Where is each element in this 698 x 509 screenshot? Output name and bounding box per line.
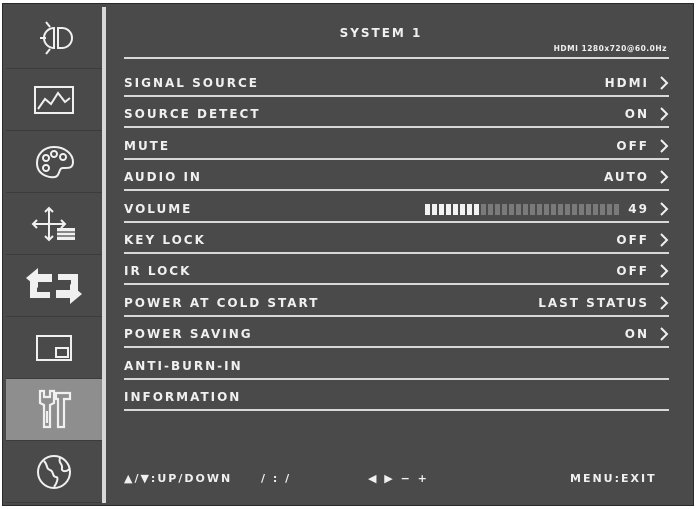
volume-segment [488,203,493,215]
volume-segment [600,203,605,215]
menu-item-label: SIGNAL SOURCE [124,76,259,90]
menu-item-source-detect[interactable]: SOURCE DETECT ON [124,97,669,129]
swap-arrows-icon [26,267,82,304]
picture-icon [34,85,74,114]
menu-item-label: AUDIO IN [124,170,202,185]
menu-item-value: LAST STATUS [538,295,649,310]
volume-segment [467,203,472,215]
sidebar [6,7,102,503]
menu-item-audio-in[interactable]: AUDIO IN AUTO [124,160,669,192]
sidebar-item-position[interactable] [6,193,102,255]
chevron-right-icon[interactable] [659,327,669,341]
volume-segment [523,203,528,215]
menu-item-volume[interactable]: VOLUME 49 [124,192,669,223]
menu-item-power-at-cold-start[interactable]: POWER AT COLD START LAST STATUS [124,286,669,317]
menu-item-value: AUTO [603,170,649,185]
color-palette-icon [35,145,75,178]
menu-item-label: POWER AT COLD START [124,295,320,310]
chevron-right-icon[interactable] [659,107,669,122]
chevron-right-icon[interactable] [659,139,669,153]
volume-segment [565,203,570,215]
sidebar-item-system[interactable] [6,379,102,441]
volume-segment [474,203,479,215]
signal-resolution: HDMI 1280x720@60.0Hz [553,44,667,53]
menu-item-signal-source[interactable]: SIGNAL SOURCE HDMI [124,66,669,97]
volume-segment [530,203,535,215]
footer-separator: / : / [261,472,292,485]
menu-item-label: VOLUME [124,201,193,216]
volume-segment [558,203,563,215]
chevron-right-icon[interactable] [659,76,669,90]
row-divider [124,409,669,411]
volume-segment [551,203,556,215]
footer-updown-hint: ▲/▼:UP/DOWN [124,472,233,485]
menu-item-label: ANTI-BURN-IN [124,358,243,373]
brightness-icon [40,20,73,55]
chevron-right-icon[interactable] [659,296,669,310]
sidebar-item-picture[interactable] [6,69,102,131]
sidebar-item-language[interactable] [6,441,102,503]
volume-segment [439,203,444,215]
sidebar-item-pip[interactable] [6,317,102,379]
volume-segment [516,203,521,215]
page-title: SYSTEM 1 [339,26,423,40]
globe-icon [37,454,71,489]
menu-item-mute[interactable]: MUTE OFF [124,129,669,160]
menu-item-label: MUTE [124,138,171,153]
volume-segment [593,203,598,215]
volume-segment [614,203,619,215]
volume-segment [586,203,591,215]
position-icon [31,206,75,241]
menu-item-value: ON [624,327,649,342]
menu-item-label: POWER SAVING [124,327,253,342]
menu-item-anti-burn-in[interactable]: ANTI-BURN-IN [124,349,669,380]
menu-item-value: ON [624,107,649,122]
volume-segment [509,203,514,215]
volume-segment [495,203,500,215]
menu-item-ir-lock[interactable]: IR LOCK OFF [124,254,669,286]
tools-icon [38,389,72,428]
volume-segment [425,203,430,215]
volume-segment [579,203,584,215]
menu-item-value: OFF [616,138,649,153]
menu-item-value: OFF [616,233,649,247]
menu-item-value: 49 [628,201,649,216]
chevron-right-icon[interactable] [659,170,669,184]
volume-segment [460,203,465,215]
menu-panel: SYSTEM 1 HDMI 1280x720@60.0Hz SIGNAL SOU… [106,7,692,503]
volume-segment [572,203,577,215]
volume-segment [537,203,542,215]
volume-segment [607,203,612,215]
volume-segment [502,203,507,215]
volume-segment [544,203,549,215]
chevron-right-icon[interactable] [659,233,669,247]
menu-item-label: SOURCE DETECT [124,107,261,122]
sidebar-item-swap[interactable] [6,255,102,317]
volume-segment [432,203,437,215]
footer-adjust-hint: ◀ ▶ − + [368,472,429,485]
volume-slider[interactable] [425,203,619,215]
chevron-right-icon[interactable] [659,201,669,216]
menu-item-label: IR LOCK [124,264,192,279]
menu-item-value: OFF [616,264,649,279]
sidebar-item-color[interactable] [6,131,102,193]
volume-segment [453,203,458,215]
menu-item-key-lock[interactable]: KEY LOCK OFF [124,223,669,254]
volume-segment [446,203,451,215]
chevron-right-icon[interactable] [659,264,669,279]
menu-item-information[interactable]: INFORMATION [124,380,669,411]
footer-exit-hint: MENU:EXIT [570,472,657,485]
menu-item-label: KEY LOCK [124,233,206,247]
header-divider [124,57,669,59]
volume-segment [481,203,486,215]
sidebar-item-brightness[interactable] [6,7,102,69]
menu-item-label: INFORMATION [124,390,242,404]
pip-icon [36,334,72,361]
menu-item-value: HDMI [604,76,649,90]
menu-item-power-saving[interactable]: POWER SAVING ON [124,317,669,349]
